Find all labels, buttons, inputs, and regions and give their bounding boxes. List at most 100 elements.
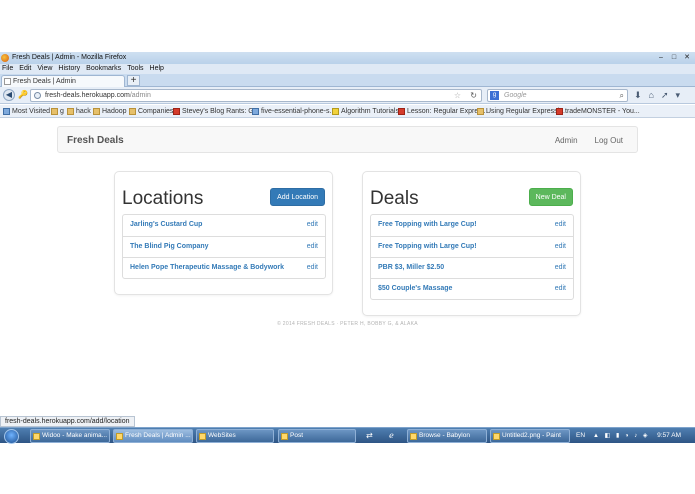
edit-link[interactable]: edit bbox=[307, 243, 318, 250]
menu-bar: File Edit View History Bookmarks Tools H… bbox=[0, 64, 695, 74]
addon-icon[interactable]: ➚ bbox=[661, 90, 669, 101]
language-indicator[interactable]: EN bbox=[576, 428, 585, 444]
menu-view[interactable]: View bbox=[37, 64, 52, 74]
bookmark-label: Lesson: Regular Expres... bbox=[407, 108, 488, 115]
nav-admin-link[interactable]: Admin bbox=[555, 136, 578, 145]
folder-icon bbox=[67, 108, 74, 115]
deal-link[interactable]: PBR $3, Miller $2.50 bbox=[378, 264, 444, 271]
menu-edit[interactable]: Edit bbox=[19, 64, 31, 74]
downloads-icon[interactable]: ⬇ bbox=[634, 90, 642, 101]
edit-link[interactable]: edit bbox=[555, 285, 566, 292]
list-item: Helen Pope Therapeutic Massage & Bodywor… bbox=[123, 257, 325, 278]
location-link[interactable]: The Blind Pig Company bbox=[130, 243, 209, 250]
add-location-button[interactable]: Add Location bbox=[270, 188, 325, 206]
url-bar[interactable]: fresh-deals.herokuapp.com/admin ☆ ↻ bbox=[30, 89, 482, 102]
firefox-icon bbox=[1, 54, 9, 62]
bookmark-lesson-regex[interactable]: Lesson: Regular Expres... bbox=[398, 105, 488, 117]
bookmark-using-regex[interactable]: Using Regular Expressi... bbox=[477, 105, 565, 117]
taskbar-item-websites[interactable]: WebSites bbox=[196, 429, 274, 443]
page-icon bbox=[477, 108, 484, 115]
ie-icon[interactable]: ℯ bbox=[389, 431, 394, 440]
home-icon[interactable]: ⌂ bbox=[649, 90, 654, 101]
tab-fresh-deals-admin[interactable]: Fresh Deals | Admin bbox=[1, 75, 125, 87]
menu-help[interactable]: Help bbox=[150, 64, 164, 74]
bookmark-trademonster[interactable]: tradeMONSTER - You... bbox=[556, 105, 640, 117]
edit-link[interactable]: edit bbox=[555, 243, 566, 250]
bookmark-algorithm-tutorials[interactable]: Algorithm Tutorials bbox=[332, 105, 399, 117]
tab-label: Fresh Deals | Admin bbox=[13, 78, 76, 85]
bookmark-star-icon[interactable]: ☆ bbox=[454, 90, 461, 101]
taskbar-item-label: Widoo - Make anima... bbox=[42, 432, 108, 439]
edit-link[interactable]: edit bbox=[307, 264, 318, 271]
edit-link[interactable]: edit bbox=[307, 221, 318, 228]
window-titlebar: Fresh Deals | Admin - Mozilla Firefox – … bbox=[0, 52, 695, 64]
bookmark-companies[interactable]: Companies bbox=[129, 105, 174, 117]
deals-panel: Deals New Deal Free Topping with Large C… bbox=[362, 171, 581, 316]
bookmark-most-visited[interactable]: Most Visited bbox=[3, 105, 50, 117]
folder-icon bbox=[281, 433, 288, 440]
bookmark-hadoop[interactable]: Hadoop bbox=[93, 105, 127, 117]
clock[interactable]: 9:57 AM bbox=[657, 428, 681, 444]
bookmark-label: five-essential-phone-s... bbox=[261, 108, 336, 115]
tray-icons[interactable]: ▲ ◧ ▮ ◑ ♪ ◈ bbox=[593, 428, 649, 444]
deal-link[interactable]: Free Topping with Large Cup! bbox=[378, 221, 477, 228]
taskbar-item-label: Browse - Babylon bbox=[419, 432, 470, 439]
google-engine-icon[interactable]: g bbox=[490, 91, 499, 100]
minimize-icon[interactable]: – bbox=[656, 53, 666, 62]
folder-icon bbox=[199, 433, 206, 440]
bookmark-hack[interactable]: hack bbox=[67, 105, 91, 117]
folder-icon bbox=[129, 108, 136, 115]
location-link[interactable]: Helen Pope Therapeutic Massage & Bodywor… bbox=[130, 264, 284, 271]
overflow-chevron-icon[interactable]: ▾ bbox=[676, 90, 681, 101]
taskbar-item-paint[interactable]: Untitled2.png - Paint bbox=[490, 429, 570, 443]
menu-file[interactable]: File bbox=[2, 64, 13, 74]
deal-link[interactable]: Free Topping with Large Cup! bbox=[378, 243, 477, 250]
bookmarks-toolbar: Most Visited g hack Hadoop Companies Ste… bbox=[0, 105, 695, 118]
menu-tools[interactable]: Tools bbox=[127, 64, 143, 74]
identity-icon[interactable]: 🔑 bbox=[18, 90, 28, 99]
tab-bar: Fresh Deals | Admin + bbox=[0, 74, 695, 87]
network-icon[interactable]: ⇄ bbox=[366, 431, 373, 440]
url-path: /admin bbox=[129, 92, 151, 99]
back-button[interactable]: ◀ bbox=[3, 89, 15, 101]
new-deal-button[interactable]: New Deal bbox=[528, 188, 573, 206]
maximize-icon[interactable]: □ bbox=[669, 53, 679, 62]
menu-bookmarks[interactable]: Bookmarks bbox=[86, 64, 121, 74]
taskbar-item-label: Untitled2.png - Paint bbox=[502, 432, 561, 439]
bookmark-label: Using Regular Expressi... bbox=[486, 108, 565, 115]
list-item: Jarling's Custard Cup edit bbox=[123, 215, 325, 236]
bookmark-label: Most Visited bbox=[12, 108, 50, 115]
taskbar-item-widoo[interactable]: Widoo - Make anima... bbox=[30, 429, 110, 443]
screen-bottom-margin bbox=[0, 444, 695, 494]
start-button[interactable] bbox=[4, 429, 19, 444]
search-icon[interactable]: ⌕ bbox=[620, 90, 624, 101]
bookmark-g[interactable]: g bbox=[51, 105, 64, 117]
deal-link[interactable]: $50 Couple's Massage bbox=[378, 285, 452, 292]
menu-history[interactable]: History bbox=[58, 64, 80, 74]
page-favicon-icon bbox=[4, 78, 11, 85]
reload-icon[interactable]: ↻ bbox=[470, 90, 477, 101]
close-icon[interactable]: ✕ bbox=[682, 53, 692, 62]
bookmark-stevey[interactable]: Stevey's Blog Rants: G... bbox=[173, 105, 260, 117]
firefox-icon bbox=[116, 433, 123, 440]
bookmark-five-essential[interactable]: five-essential-phone-s... bbox=[252, 105, 336, 117]
taskbar-item-label: WebSites bbox=[208, 432, 236, 439]
site-brand[interactable]: Fresh Deals bbox=[67, 135, 124, 146]
taskbar-item-firefox[interactable]: Fresh Deals | Admin ... bbox=[113, 429, 193, 443]
taskbar-item-babylon[interactable]: Browse - Babylon bbox=[407, 429, 487, 443]
site-nav-links: Admin Log Out bbox=[555, 136, 623, 145]
java-icon bbox=[398, 108, 405, 115]
edit-link[interactable]: edit bbox=[555, 264, 566, 271]
nav-logout-link[interactable]: Log Out bbox=[595, 136, 623, 145]
bookmark-label: Companies bbox=[138, 108, 174, 115]
taskbar-item-post[interactable]: Post bbox=[278, 429, 356, 443]
window-controls: – □ ✕ bbox=[656, 53, 692, 62]
new-tab-button[interactable]: + bbox=[127, 75, 140, 86]
list-item: The Blind Pig Company edit bbox=[123, 236, 325, 257]
screen-top-margin bbox=[0, 0, 695, 52]
location-link[interactable]: Jarling's Custard Cup bbox=[130, 221, 202, 228]
search-input[interactable]: g Google ⌕ bbox=[487, 89, 628, 102]
edit-link[interactable]: edit bbox=[555, 221, 566, 228]
window-title: Fresh Deals | Admin - Mozilla Firefox bbox=[12, 54, 127, 61]
windows-taskbar: Widoo - Make anima... Fresh Deals | Admi… bbox=[0, 427, 695, 444]
